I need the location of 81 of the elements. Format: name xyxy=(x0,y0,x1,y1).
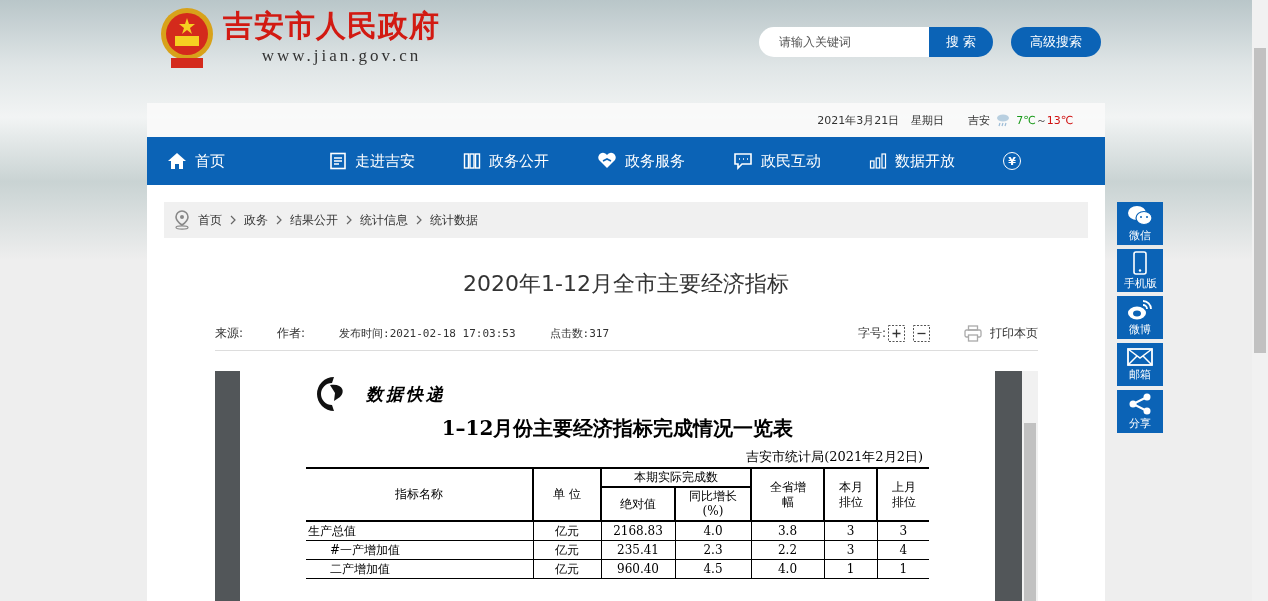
advanced-search-button[interactable]: 高级搜索 xyxy=(1011,27,1101,57)
column-header: 指标名称 xyxy=(306,468,533,521)
source-label: 来源: xyxy=(215,324,244,342)
city-text: 吉安 xyxy=(968,112,991,128)
font-size-label: 字号: xyxy=(857,324,886,342)
table-cell: 4.0 xyxy=(751,559,825,579)
column-header: 同比增长(%) xyxy=(675,487,751,521)
share-sidebar-button[interactable]: 微信 xyxy=(1117,202,1163,245)
nav-item[interactable]: 走进吉安 xyxy=(329,151,415,171)
breadcrumb-link[interactable]: 结果公开 xyxy=(290,211,338,229)
table-cell: 3 xyxy=(824,540,878,560)
share-icon xyxy=(1128,392,1152,415)
breadcrumb-link[interactable]: 政务 xyxy=(244,211,268,229)
breadcrumb-link[interactable]: 统计信息 xyxy=(360,211,408,229)
table-cell: 亿元 xyxy=(533,521,601,541)
column-header: 绝对值 xyxy=(601,487,675,521)
weekday-text: 星期日 xyxy=(911,112,945,128)
document-icon xyxy=(329,152,347,170)
mail-icon xyxy=(1127,347,1153,366)
share-sidebar-button[interactable]: 邮箱 xyxy=(1117,343,1163,386)
nav-item[interactable]: 首页 xyxy=(167,151,225,171)
weather-icon xyxy=(996,113,1011,127)
table-cell: 二产增加值 xyxy=(306,559,533,579)
issuer-text: 吉安市统计局(2021年2月2日) xyxy=(745,448,923,466)
zoom-out-icon[interactable] xyxy=(913,324,930,342)
article-title: 2020年1-12月全市主要经济指标 xyxy=(462,270,790,298)
chat-icon xyxy=(733,152,753,170)
nav-item[interactable]: 政民互动 xyxy=(733,151,821,171)
column-header: 本月排位 xyxy=(824,468,878,521)
column-header: 本期实际完成数 xyxy=(601,468,751,487)
chevron-right-icon xyxy=(416,215,422,225)
table-cell: #一产增加值 xyxy=(306,540,533,560)
share-sidebar-button[interactable]: 微博 xyxy=(1117,296,1163,339)
nav-item[interactable]: 数据开放 xyxy=(869,151,955,171)
weibo-icon xyxy=(1127,298,1153,321)
wechat-icon xyxy=(1127,204,1153,227)
date-text: 2021年3月21日 xyxy=(817,112,900,128)
column-header: 上月排位 xyxy=(877,468,929,521)
table-cell: 3.8 xyxy=(751,521,825,541)
nav-item[interactable]: 政务公开 xyxy=(463,151,549,171)
column-header: 全省增幅 xyxy=(751,468,825,521)
phone-icon xyxy=(1133,250,1147,275)
breadcrumb-link[interactable]: 统计数据 xyxy=(430,211,478,229)
breadcrumb-link[interactable]: 首页 xyxy=(198,211,222,229)
table-cell: 亿元 xyxy=(533,540,601,560)
search-button[interactable]: 搜 索 xyxy=(929,27,993,57)
chevron-right-icon xyxy=(230,215,236,225)
home-icon xyxy=(167,152,187,170)
table-cell: 3 xyxy=(824,521,878,541)
printer-icon xyxy=(964,324,982,342)
search-field[interactable]: 请输入关键词 xyxy=(759,27,929,57)
publish-time: 发布时间:2021-02-18 17:03:53 xyxy=(339,325,516,341)
nav-item[interactable]: 政务服务 xyxy=(597,151,685,171)
table-cell: 4.5 xyxy=(675,559,751,579)
logo-text: 数据快递 xyxy=(366,382,446,406)
binders-icon xyxy=(463,152,481,170)
bar-chart-icon xyxy=(869,152,887,170)
scrollbar[interactable] xyxy=(1022,371,1038,601)
document-title: 1–12月份主要经济指标完成情况一览表 xyxy=(440,415,795,442)
site-title: 吉安市人民政府 xyxy=(223,7,440,45)
zoom-in-icon[interactable] xyxy=(888,324,905,342)
table-cell: 1 xyxy=(824,559,878,579)
table-cell: 235.41 xyxy=(601,540,675,560)
table-cell: 2.2 xyxy=(751,540,825,560)
table-cell: 960.40 xyxy=(601,559,675,579)
share-sidebar-button[interactable]: 手机版 xyxy=(1117,249,1163,292)
click-count: 点击数:317 xyxy=(549,325,610,341)
table-cell: 亿元 xyxy=(533,559,601,579)
author-label: 作者: xyxy=(277,324,306,342)
table-cell: 2168.83 xyxy=(601,521,675,541)
temperature-text: 7℃～13℃ xyxy=(1016,112,1073,128)
table-cell: 生产总值 xyxy=(306,521,533,541)
share-sidebar-button[interactable]: 分享 xyxy=(1117,390,1163,433)
location-pin-icon xyxy=(174,210,190,230)
chevron-right-icon xyxy=(346,215,352,225)
chevron-right-icon xyxy=(276,215,282,225)
column-header: 单 位 xyxy=(533,468,601,521)
print-link[interactable]: 打印本页 xyxy=(964,324,1038,342)
site-url: www.jian.gov.cn xyxy=(261,46,422,66)
table-cell: 4.0 xyxy=(675,521,751,541)
table-cell: 2.3 xyxy=(675,540,751,560)
